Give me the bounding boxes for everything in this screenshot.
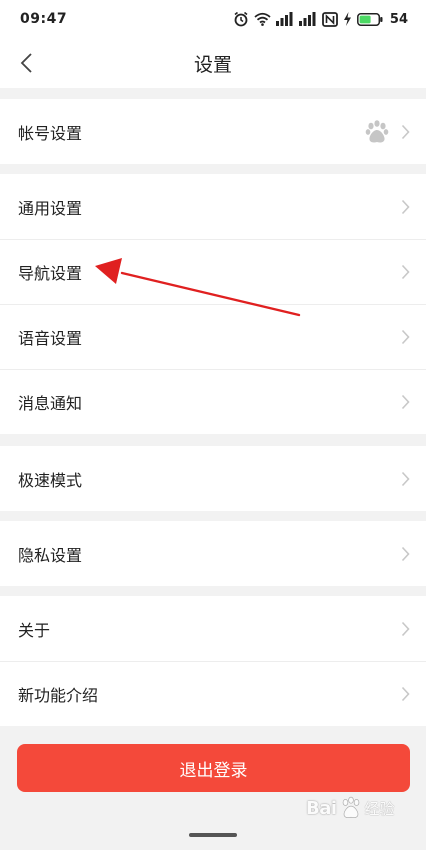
settings-item-voice[interactable]: 语音设置 [0, 304, 426, 369]
settings-item-label: 通用设置 [18, 198, 83, 218]
settings-item-label: 新功能介绍 [18, 685, 99, 705]
chevron-right-icon [401, 546, 410, 561]
status-time: 09:47 [20, 11, 68, 27]
settings-item-navigation[interactable]: 导航设置 [0, 239, 426, 304]
settings-item-account[interactable]: 帐号设置 [0, 99, 426, 164]
settings-item-privacy[interactable]: 隐私设置 [0, 521, 426, 586]
settings-item-label: 语音设置 [18, 328, 83, 348]
chevron-right-icon [401, 621, 410, 636]
back-button[interactable] [10, 47, 42, 79]
settings-group-general: 通用设置 导航设置 语音设置 消息通知 [0, 174, 426, 434]
battery-level: 54 [389, 11, 408, 27]
page-title: 设置 [193, 53, 232, 76]
chevron-right-icon [401, 199, 410, 214]
settings-item-label: 极速模式 [18, 470, 83, 490]
settings-item-label: 隐私设置 [18, 545, 83, 565]
settings-item-general[interactable]: 通用设置 [0, 174, 426, 239]
chevron-right-icon [401, 394, 410, 409]
settings-group-privacy: 隐私设置 [0, 521, 426, 586]
status-bar: 09:47 54 [0, 0, 426, 38]
watermark: Bai 经验 [306, 796, 395, 820]
logout-button[interactable]: 退出登录 [17, 744, 410, 792]
nav-bar: 设置 [0, 38, 426, 88]
baidu-paw-icon [365, 119, 389, 142]
chevron-right-icon [401, 329, 410, 344]
status-icons: 54 [233, 11, 408, 27]
settings-item-label: 帐号设置 [18, 123, 83, 143]
watermark-brand: Bai [306, 797, 337, 819]
charging-icon [343, 12, 351, 26]
settings-item-label: 导航设置 [18, 263, 83, 283]
chevron-left-icon [20, 53, 32, 73]
watermark-suffix: 经验 [364, 799, 395, 818]
wifi-icon [254, 12, 271, 26]
signal-icon [298, 12, 316, 26]
nfc-icon [322, 11, 338, 27]
settings-item-about[interactable]: 关于 [0, 596, 426, 661]
chevron-right-icon [401, 686, 410, 701]
chevron-right-icon [401, 264, 410, 279]
chevron-right-icon [401, 471, 410, 486]
settings-item-label: 消息通知 [18, 393, 83, 413]
settings-group-speed: 极速模式 [0, 446, 426, 511]
baidu-paw-icon [342, 796, 359, 819]
battery-icon [356, 12, 383, 26]
settings-item-whats-new[interactable]: 新功能介绍 [0, 661, 426, 726]
settings-item-notifications[interactable]: 消息通知 [0, 369, 426, 434]
alarm-icon [234, 11, 248, 27]
signal-icon [275, 12, 293, 26]
home-indicator[interactable] [189, 833, 237, 837]
chevron-right-icon [401, 124, 410, 139]
settings-item-label: 关于 [18, 620, 51, 640]
settings-group-about: 关于 新功能介绍 [0, 596, 426, 726]
settings-group-account: 帐号设置 [0, 99, 426, 164]
settings-item-speed-mode[interactable]: 极速模式 [0, 446, 426, 511]
